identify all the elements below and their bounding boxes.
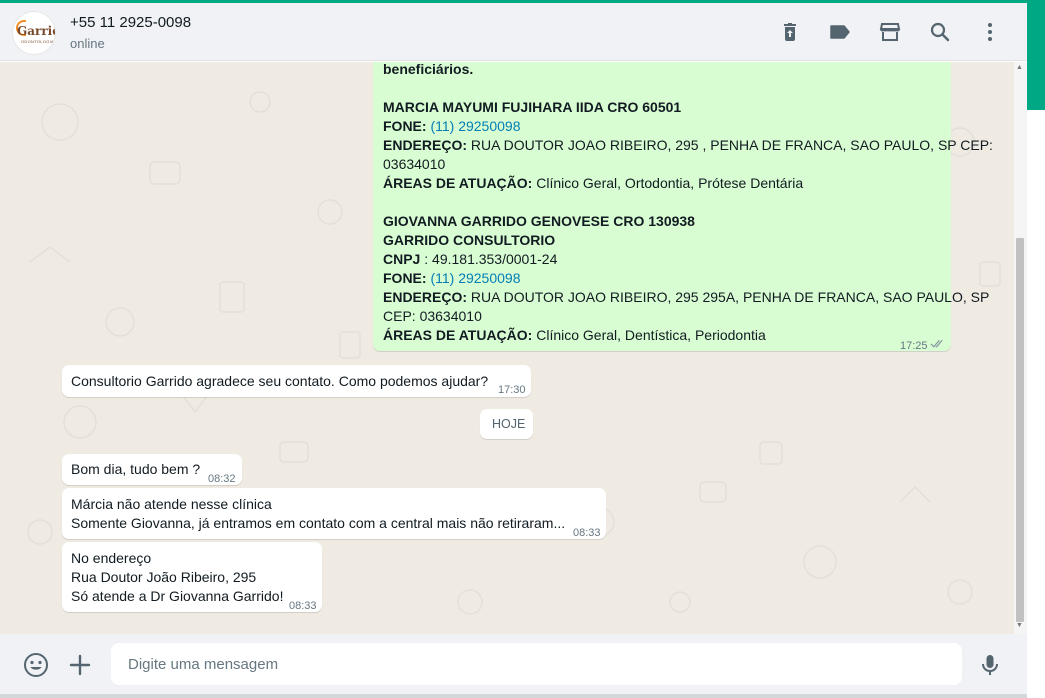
incoming-message[interactable]: No endereço Rua Doutor João Ribeiro, 295… (62, 542, 322, 612)
chat-messages-area[interactable]: beneficiários. MARCIA MAYUMI FUJIHARA II… (0, 62, 1027, 634)
message-time: 17:25 (900, 340, 928, 352)
avatar-brand: Garrido (17, 24, 55, 38)
message-text-line: Somente Giovanna, já entramos em contato… (71, 515, 566, 531)
outgoing-message-contacts[interactable]: beneficiários. MARCIA MAYUMI FUJIHARA II… (373, 62, 993, 352)
field-label: ENDEREÇO: (383, 289, 468, 305)
right-accent-strip (1027, 0, 1045, 110)
field-label: CNPJ (383, 251, 421, 267)
field-label: ENDEREÇO: (383, 137, 468, 153)
message-time: 17:30 (498, 384, 526, 396)
incoming-message[interactable]: Bom dia, tudo bem ? 08:32 (62, 454, 242, 485)
message-text-line: Rua Doutor João Ribeiro, 295 (71, 569, 257, 585)
message-text-line: No endereço (71, 550, 152, 566)
cep-text: CEP: 03634010 (383, 308, 482, 324)
clinic-name: GARRIDO CONSULTORIO (383, 232, 556, 248)
areas-text: Clínico Geral, Dentística, Periodontia (536, 327, 766, 343)
address-text: RUA DOUTOR JOAO RIBEIRO, 295 , PENHA DE … (470, 137, 993, 153)
areas-text: Clínico Geral, Ortodontia, Prótese Dentá… (536, 175, 804, 191)
message-text: beneficiários. (383, 62, 474, 77)
contact-name[interactable]: +55 11 2925-0098 (70, 14, 191, 31)
date-divider: HOJE (480, 409, 533, 439)
phone-link[interactable]: (11) 29250098 (430, 118, 520, 134)
message-text-line: Márcia não atende nesse clínica (71, 496, 272, 512)
message-composer (0, 634, 1027, 698)
message-time: 08:32 (208, 473, 236, 485)
bottom-edge (0, 694, 1027, 698)
emoji-icon[interactable] (22, 651, 50, 679)
phone-link[interactable]: (11) 29250098 (430, 270, 520, 286)
chat-scrollbar-thumb[interactable] (1016, 238, 1024, 622)
double-check-icon (930, 339, 943, 348)
incoming-message[interactable]: Consultorio Garrido agradece seu contato… (62, 365, 531, 397)
field-label: FONE: (383, 270, 427, 286)
label-icon[interactable] (828, 20, 852, 44)
dentist-name: MARCIA MAYUMI FUJIHARA IIDA CRO 60501 (383, 99, 682, 115)
whatsapp-web-window: Garrido ODONTOLOGIA +55 11 2925-0098 onl… (0, 0, 1045, 698)
chat-header: Garrido ODONTOLOGIA +55 11 2925-0098 onl… (0, 3, 1027, 61)
field-label: ÁREAS DE ATUAÇÃO: (383, 175, 533, 191)
incoming-message[interactable]: Márcia não atende nesse clínica Somente … (62, 488, 606, 539)
cep-text: 03634010 (383, 156, 446, 172)
field-label: ÁREAS DE ATUAÇÃO: (383, 327, 533, 343)
dentist-name: GIOVANNA GARRIDO GENOVESE CRO 130938 (383, 213, 695, 229)
menu-icon[interactable] (978, 20, 1002, 44)
cnpj-text: : 49.181.353/0001-24 (424, 251, 558, 267)
message-time: 08:33 (573, 527, 601, 539)
avatar-sub: ODONTOLOGIA (21, 39, 55, 44)
scroll-down-arrow-icon[interactable]: ▼ (1016, 622, 1023, 629)
message-input[interactable] (111, 643, 962, 685)
date-divider-label: HOJE (492, 417, 526, 431)
contact-avatar[interactable]: Garrido ODONTOLOGIA (12, 11, 56, 55)
message-time: 08:33 (289, 600, 317, 612)
message-text: Bom dia, tudo bem ? (71, 461, 201, 477)
search-icon[interactable] (928, 20, 952, 44)
field-label: FONE: (383, 118, 427, 134)
store-icon[interactable] (878, 20, 902, 44)
microphone-icon[interactable] (976, 651, 1004, 679)
scroll-up-arrow-icon[interactable]: ▲ (1016, 64, 1023, 71)
message-text: Consultorio Garrido agradece seu contato… (71, 373, 489, 389)
message-text-line: Só atende a Dr Giovanna Garrido! (71, 588, 284, 604)
address-text: RUA DOUTOR JOAO RIBEIRO, 295 295A, PENHA… (470, 289, 990, 305)
attach-plus-icon[interactable] (66, 651, 94, 679)
delete-icon[interactable] (778, 20, 802, 44)
contact-status: online (70, 36, 105, 51)
